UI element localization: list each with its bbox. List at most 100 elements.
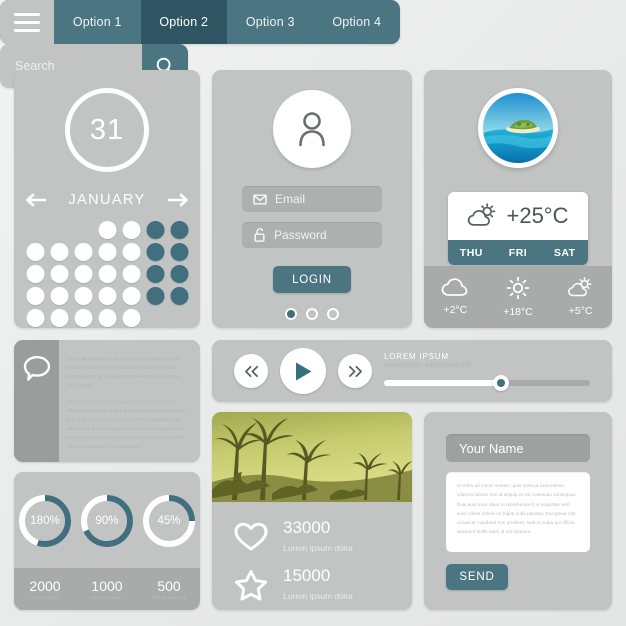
stat-number-2: 1000 Dolor sit amet [76, 568, 138, 610]
sun-icon [506, 276, 530, 300]
calendar-day-grid[interactable] [25, 220, 190, 328]
calendar-day-circle: 31 [65, 88, 149, 172]
player-progress-knob[interactable] [493, 375, 510, 391]
nav-tab-option-4[interactable]: Option 4 [314, 0, 401, 44]
calendar-day-dot[interactable] [50, 243, 68, 261]
calendar-day-dot[interactable] [98, 287, 116, 305]
calendar-day-dot[interactable] [146, 265, 164, 283]
photo-stat-value: 33000 [283, 518, 331, 537]
calendar-navigation: JANUARY [14, 188, 200, 212]
name-input[interactable]: Your Name [446, 434, 590, 462]
weather-day-thu[interactable]: THU [448, 240, 495, 265]
calendar-day-dot[interactable] [74, 309, 92, 327]
calendar-day-dot[interactable] [26, 243, 44, 261]
palm-photo [212, 412, 412, 502]
player-progress-slider[interactable] [384, 375, 590, 391]
pagination-dot-2[interactable] [306, 308, 318, 320]
pagination-dot-3[interactable] [327, 308, 339, 320]
calendar-day-dot[interactable] [98, 243, 116, 261]
login-button-label: LOGIN [292, 273, 332, 286]
calendar-day-dot[interactable] [122, 221, 140, 239]
stats-number-row: 2000 Lorem Ipsum 1000 Dolor sit amet 500… [14, 568, 200, 610]
weather-day-sat[interactable]: SAT [541, 240, 588, 265]
quote-text-block: Lorem ipsum dolor sit amet, consectetur … [67, 354, 190, 451]
nav-tab-label: Option 3 [245, 15, 295, 29]
message-text: Ut enim ad minim veniam, quis nostrud ex… [457, 483, 577, 535]
calendar-day-dot[interactable] [122, 309, 140, 327]
player-track-info: LOREM IPSUM consectetur adipisicing elit [384, 352, 471, 369]
forecast-item-3: +5°C [549, 266, 612, 328]
quote-paragraph-1: Lorem ipsum dolor sit amet, consectetur … [67, 356, 183, 389]
photo-stats-card: 33000 Lorem ipsum dolor 15000 Lorem ipsu… [212, 412, 412, 610]
send-button-label: SEND [459, 571, 495, 583]
calendar-day-dot[interactable] [146, 287, 164, 305]
message-textarea[interactable]: Ut enim ad minim veniam, quis nostrud ex… [446, 472, 590, 552]
calendar-empty-cell [170, 309, 188, 327]
calendar-month-label: JANUARY [68, 192, 146, 208]
calendar-empty-cell [146, 309, 164, 327]
calendar-day-dot[interactable] [50, 309, 68, 327]
rewind-icon [244, 365, 258, 377]
island-photo-circle [478, 88, 558, 168]
login-widget: Email Password LOGIN [212, 70, 412, 328]
email-field[interactable]: Email [242, 186, 382, 212]
calendar-day-dot[interactable] [122, 243, 140, 261]
weather-current-row: +25°C [448, 192, 588, 240]
calendar-day-dot[interactable] [122, 265, 140, 283]
calendar-day-dot[interactable] [170, 265, 188, 283]
donut-label: 90% [95, 515, 119, 527]
weather-day-label: THU [459, 246, 483, 259]
calendar-day-dot[interactable] [98, 309, 116, 327]
forecast-temp: +2°C [443, 304, 468, 316]
calendar-empty-cell [26, 221, 44, 239]
calendar-day-dot[interactable] [98, 221, 116, 239]
nav-tab-option-2[interactable]: Option 2 [140, 0, 227, 44]
arrow-left-icon [26, 193, 47, 207]
calendar-empty-cell [74, 221, 92, 239]
stat-value: 2000 [29, 578, 61, 594]
nav-tab-option-3[interactable]: Option 3 [227, 0, 314, 44]
donut-chart-2: 90% [79, 493, 135, 549]
calendar-day-dot[interactable] [50, 287, 68, 305]
calendar-day-dot[interactable] [170, 243, 188, 261]
calendar-day-dot[interactable] [170, 287, 188, 305]
star-icon [234, 569, 268, 601]
login-button[interactable]: LOGIN [273, 266, 351, 293]
calendar-day-dot[interactable] [74, 287, 92, 305]
calendar-day-dot[interactable] [74, 265, 92, 283]
calendar-next-button[interactable] [167, 193, 190, 207]
stats-widget: 180% 90% 45% 2000 Lorem Ipsum 1000 Dolor s… [14, 472, 200, 610]
donut-chart-row: 180% 90% 45% [14, 484, 200, 558]
envelope-icon [253, 193, 267, 205]
send-button[interactable]: SEND [446, 564, 508, 590]
stat-number-1: 2000 Lorem Ipsum [14, 568, 76, 610]
stat-value: 1000 [91, 578, 123, 594]
hamburger-icon-line [14, 12, 40, 16]
calendar-day-dot[interactable] [26, 309, 44, 327]
fast-forward-button[interactable] [338, 354, 372, 388]
nav-tab-option-1[interactable]: Option 1 [54, 0, 141, 44]
calendar-day-dot[interactable] [98, 265, 116, 283]
calendar-day-dot[interactable] [122, 287, 140, 305]
player-track-title: LOREM IPSUM [384, 352, 449, 361]
calendar-prev-button[interactable] [24, 193, 47, 207]
calendar-day-dot[interactable] [170, 221, 188, 239]
media-player: LOREM IPSUM consectetur adipisicing elit [212, 340, 612, 402]
calendar-day-dot[interactable] [50, 265, 68, 283]
hamburger-icon-line [14, 28, 40, 32]
photo-stat-favorites: 15000 Lorem ipsum dolor [234, 566, 353, 604]
donut-label: 45% [157, 515, 181, 527]
password-field[interactable]: Password [242, 222, 382, 248]
tropical-island-image [483, 93, 553, 163]
hamburger-menu-button[interactable] [0, 0, 54, 44]
pagination-dot-1[interactable] [285, 308, 297, 320]
rewind-button[interactable] [234, 354, 268, 388]
knob-center [497, 379, 506, 387]
calendar-day-dot[interactable] [26, 287, 44, 305]
calendar-day-dot[interactable] [26, 265, 44, 283]
weather-day-fri[interactable]: FRI [495, 240, 542, 265]
calendar-day-dot[interactable] [146, 243, 164, 261]
calendar-day-dot[interactable] [146, 221, 164, 239]
calendar-day-dot[interactable] [74, 243, 92, 261]
play-button[interactable] [280, 348, 326, 394]
